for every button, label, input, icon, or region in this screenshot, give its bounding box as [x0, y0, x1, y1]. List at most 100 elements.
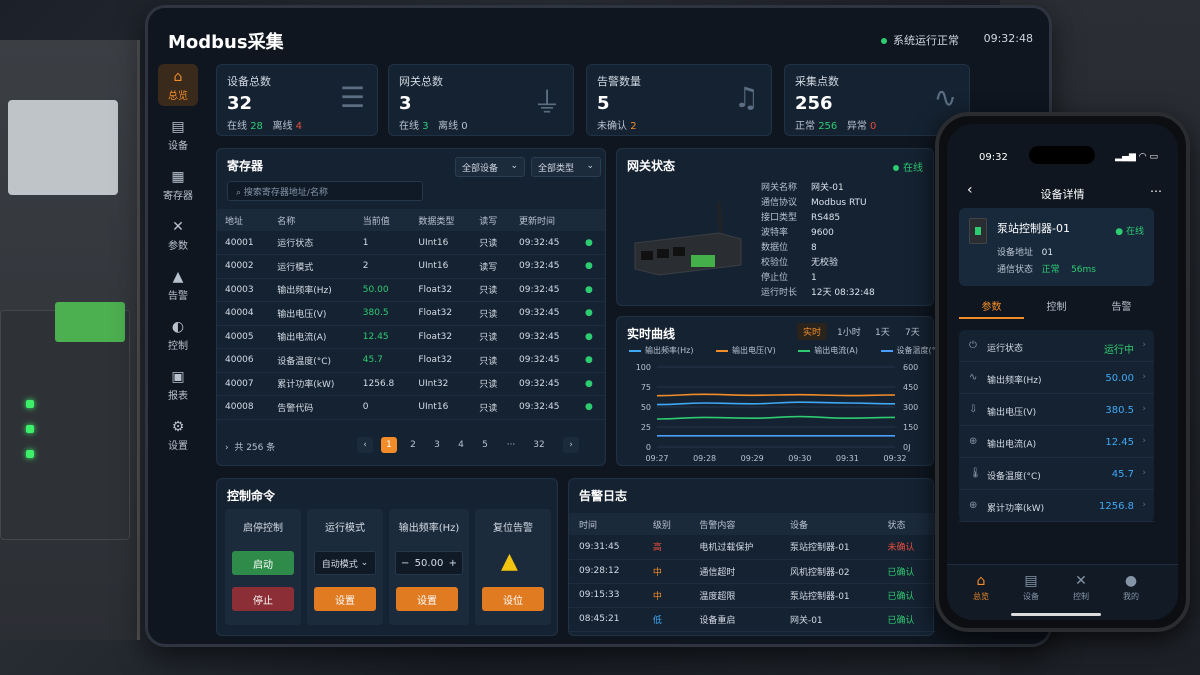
range-1h[interactable]: 1小时	[831, 323, 867, 340]
stat-card-gateways[interactable]: 网关总数 3 在线 3 离线 0 ⏚	[388, 64, 574, 136]
stat-value: 256	[795, 93, 833, 114]
stat-card-devices[interactable]: 设备总数 32 在线 28 离线 4 ☰	[216, 64, 378, 136]
table-cell: 告警代码	[269, 395, 355, 420]
mode-set-button[interactable]: 设置	[314, 587, 376, 611]
range-7d[interactable]: 7天	[899, 323, 926, 340]
system-status: 系统运行正常	[881, 32, 959, 48]
page-button[interactable]: 1	[381, 437, 397, 453]
next-page-button[interactable]: ›	[563, 437, 579, 453]
reset-alarm-button[interactable]: 设位	[482, 587, 544, 611]
run-mode-select[interactable]: 自动模式 ⌄	[314, 551, 376, 575]
table-cell: 1256.8	[354, 372, 411, 396]
table-row[interactable]: 40006 设备温度(°C) 45.7 Float32 只读 09:32:45 ●	[217, 348, 605, 373]
param-value: 12.45	[1105, 437, 1134, 448]
page-button[interactable]: 5	[477, 437, 493, 453]
sidebar-item-params[interactable]: ✕ 参数	[158, 214, 198, 256]
more-icon[interactable]: ⋯	[1150, 184, 1162, 198]
register-icon: ▦	[171, 168, 185, 185]
bottom-nav-overview[interactable]: ⌂ 总览	[961, 573, 1001, 602]
range-realtime[interactable]: 实时	[797, 323, 828, 340]
legend-label: 输出频率(Hz)	[645, 346, 694, 355]
page-button[interactable]: 32	[531, 437, 547, 453]
table-cell: 只读	[471, 301, 512, 326]
table-row[interactable]: 40005 输出电流(A) 12.45 Float32 只读 09:32:45 ●	[217, 325, 605, 349]
frequency-stepper[interactable]: − 50.00 +	[395, 551, 463, 575]
device-thumbnail	[969, 218, 987, 244]
tab-control[interactable]: 控制	[1024, 298, 1089, 313]
bottom-nav-profile[interactable]: ● 我的	[1111, 573, 1151, 602]
y2-tick-label: 300	[903, 403, 918, 412]
table-cell: 09:32:45	[511, 395, 578, 420]
range-1d[interactable]: 1天	[869, 323, 896, 340]
tab-alarms[interactable]: 告警	[1089, 298, 1154, 313]
legend-item: 输出频率(Hz)	[629, 346, 703, 355]
sidebar-item-settings[interactable]: ⚙ 设置	[158, 414, 198, 456]
param-value: 45.7	[1111, 469, 1134, 480]
table-cell: 输出电压(V)	[269, 301, 355, 326]
x-tick-label: 09:27	[645, 454, 668, 463]
gateway-info-row: 网关名称 网关-01	[761, 181, 875, 196]
param-row[interactable]: ⇩ 输出电压(V) 380.5 ›	[959, 394, 1154, 426]
table-row[interactable]: 40008 告警代码 0 UInt16 只读 09:32:45 ●	[217, 395, 605, 420]
param-row[interactable]: ∿ 输出频率(Hz) 50.00 ›	[959, 362, 1154, 394]
pagination: › 共 256 条 ‹ 1 2 3 4 5 ··· 32 ›	[225, 437, 601, 457]
table-row[interactable]: 09:28:12 中通信超时 风机控制器-02 已确认	[569, 559, 935, 584]
table-row[interactable]: 40002 运行模式 2 UInt16 读写 09:32:45 ●	[217, 254, 605, 279]
sidebar-item-registers[interactable]: ▦ 寄存器	[158, 164, 198, 206]
table-cell: 未确认	[877, 535, 935, 560]
page-button[interactable]: 3	[429, 437, 445, 453]
reset-alarm-box: 复位告警 ▲ 设位	[475, 509, 551, 625]
status-dot: ●	[577, 254, 605, 279]
sidebar-item-label: 总览	[168, 90, 188, 102]
sidebar-item-label: 报表	[168, 390, 188, 402]
param-row[interactable]: ⊕ 累计功率(kW) 1256.8 ›	[959, 490, 1154, 522]
gateway-panel: 网关状态 在线 网关名称 网关-01 通信协议 Modbus RTU 接口类型 RS485…	[616, 148, 934, 306]
start-button[interactable]: 启动	[232, 551, 294, 575]
frequency-set-button[interactable]: 设置	[396, 587, 458, 611]
background-device	[8, 100, 118, 195]
page-button[interactable]: 2	[405, 437, 421, 453]
device-comm: 通信状态 正常 56ms	[997, 262, 1096, 275]
sidebar-item-devices[interactable]: ▤ 设备	[158, 114, 198, 156]
table-cell: 09:32:45	[511, 301, 578, 326]
sidebar-item-reports[interactable]: ▣ 报表	[158, 364, 198, 406]
status-dot: ●	[1115, 227, 1124, 237]
sidebar-item-control[interactable]: ◐ 控制	[158, 314, 198, 356]
bottom-nav-devices[interactable]: ▤ 设备	[1011, 573, 1051, 602]
run-mode-value: 自动模式	[321, 559, 358, 570]
decrement-button[interactable]: −	[401, 558, 409, 569]
table-cell: UInt16	[410, 231, 472, 255]
stat-sub-value: 3	[422, 121, 429, 132]
device-card[interactable]: 泵站控制器-01 ● 在线 设备地址 01 通信状态 正常 56ms	[959, 208, 1154, 286]
table-row[interactable]: 40001 运行状态 1 UInt16 只读 09:32:45 ●	[217, 231, 605, 255]
device-status-text: 在线	[1125, 227, 1144, 237]
column-header: 告警内容	[689, 513, 780, 535]
clock: 09:32:48	[983, 32, 1033, 45]
param-row[interactable]: ⊕ 输出电流(A) 12.45 ›	[959, 426, 1154, 458]
param-row[interactable]: ⏻ 运行状态 运行中 ›	[959, 330, 1154, 362]
table-cell: Float32	[410, 301, 472, 326]
stat-card-alarms[interactable]: 告警数量 5 未确认 2 ♫	[586, 64, 772, 136]
table-row[interactable]: 40003 输出频率(Hz) 50.00 Float32 只读 09:32:45 ●	[217, 278, 605, 302]
table-row[interactable]: 09:31:45 高电机过载保护 泵站控制器-01 未确认	[569, 535, 935, 560]
prev-page-button[interactable]: ‹	[357, 437, 373, 453]
sidebar-item-alarms[interactable]: ▲ 告警	[158, 264, 198, 306]
table-cell: 只读	[471, 231, 512, 255]
sidebar-item-overview[interactable]: ⌂ 总览	[158, 64, 198, 106]
legend-swatch	[716, 349, 729, 352]
table-row[interactable]: 40007 累计功率(kW) 1256.8 UInt32 只读 09:32:45 ●	[217, 372, 605, 396]
increment-button[interactable]: +	[449, 558, 457, 569]
pagination-total: › 共 256 条	[225, 440, 275, 453]
table-row[interactable]: 09:15:33 中温度超限 泵站控制器-01 已确认	[569, 583, 935, 608]
device-filter-select[interactable]: 全部设备 ⌄	[455, 157, 525, 177]
table-row[interactable]: 40004 输出电压(V) 380.5 Float32 只读 09:32:45 ●	[217, 301, 605, 326]
register-search-input[interactable]: ⌕ 搜索寄存器地址/名称	[227, 181, 423, 201]
table-row[interactable]: 08:45:21 低设备重启 网关-01 已确认	[569, 607, 935, 632]
bottom-nav-control[interactable]: ✕ 控制	[1061, 573, 1101, 602]
stop-button[interactable]: 停止	[232, 587, 294, 611]
tab-params[interactable]: 参数	[959, 298, 1024, 319]
page-button[interactable]: 4	[453, 437, 469, 453]
type-filter-select[interactable]: 全部类型 ⌄	[531, 157, 601, 177]
param-row[interactable]: 🌡 设备温度(°C) 45.7 ›	[959, 458, 1154, 490]
table-cell: 09:32:45	[511, 278, 578, 302]
